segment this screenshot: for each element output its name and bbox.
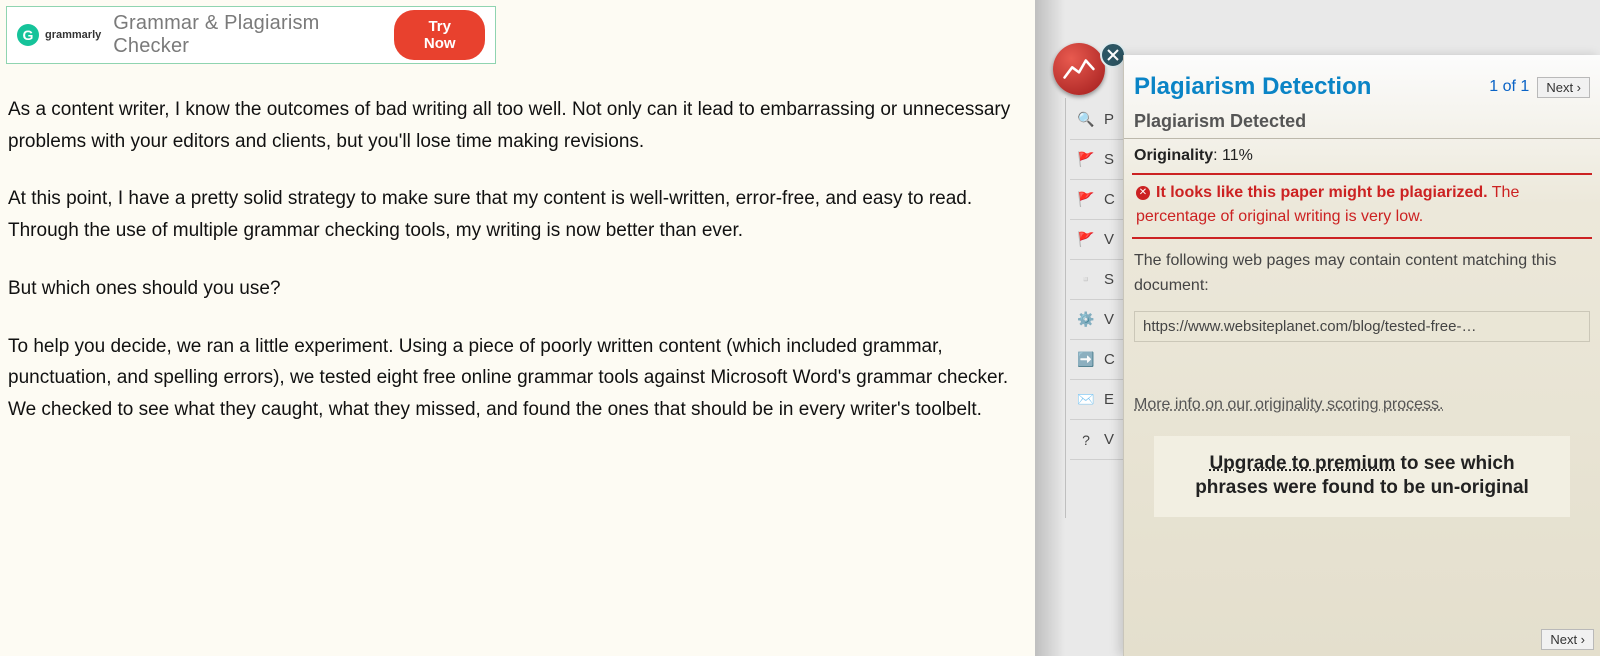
sidebar-row[interactable]: ✉️E xyxy=(1070,380,1130,420)
error-icon: ✕ xyxy=(1136,186,1150,200)
flag-icon: 🚩 xyxy=(1078,192,1094,208)
sidebar-row[interactable]: ?V xyxy=(1070,420,1130,460)
plagiarism-panel: Plagiarism Detection 1 of 1 Next › Plagi… xyxy=(1123,55,1600,656)
ad-logo: G grammarly xyxy=(17,24,101,46)
help-icon: ? xyxy=(1078,432,1094,448)
analysis-sidebar: 🔍P 🚩S 🚩C 🚩V ▫️S ⚙️V ➡️C ✉️E ?V xyxy=(1070,100,1130,460)
warning-box: ✕ It looks like this paper might be plagi… xyxy=(1132,173,1592,239)
panel-subtitle: Plagiarism Detected xyxy=(1124,107,1600,139)
originality-label: Originality xyxy=(1134,147,1213,164)
sidebar-divider xyxy=(1065,98,1066,518)
article-p1: As a content writer, I know the outcomes… xyxy=(8,94,1027,157)
sidebar-row[interactable]: 🔍P xyxy=(1070,100,1130,140)
explain-text: The following web pages may contain cont… xyxy=(1124,239,1600,305)
article-p3: But which ones should you use? xyxy=(8,273,1027,305)
upgrade-callout: Upgrade to premium to see which phrases … xyxy=(1154,436,1570,517)
originality-value: 11% xyxy=(1222,147,1253,164)
sidebar-row[interactable]: ➡️C xyxy=(1070,340,1130,380)
sidebar-row[interactable]: ▫️S xyxy=(1070,260,1130,300)
flag-icon: 🚩 xyxy=(1078,232,1094,248)
ad-brand: grammarly xyxy=(45,29,101,41)
article-p4: To help you decide, we ran a little expe… xyxy=(8,331,1027,426)
ad-title: Grammar & Plagiarism Checker xyxy=(113,12,382,58)
grammarly-icon: G xyxy=(17,24,39,46)
arrow-icon: ➡️ xyxy=(1078,352,1094,368)
warning-bold: It looks like this paper might be plagia… xyxy=(1156,184,1488,201)
next-button[interactable]: Next › xyxy=(1537,77,1590,98)
panel-count: 1 of 1 xyxy=(1489,78,1529,96)
page-icon: ▫️ xyxy=(1078,272,1094,288)
matched-url[interactable]: https://www.websiteplanet.com/blog/teste… xyxy=(1134,311,1590,342)
article-p2: At this point, I have a pretty solid str… xyxy=(8,183,1027,246)
gear-icon: ⚙️ xyxy=(1078,312,1094,328)
sidebar-row[interactable]: 🚩S xyxy=(1070,140,1130,180)
analysis-chart-icon[interactable] xyxy=(1053,43,1105,95)
mail-icon: ✉️ xyxy=(1078,392,1094,408)
sidebar-row[interactable]: ⚙️V xyxy=(1070,300,1130,340)
flag-icon: 🚩 xyxy=(1078,152,1094,168)
article-area: G grammarly Grammar & Plagiarism Checker… xyxy=(0,0,1035,656)
next-button-footer[interactable]: Next › xyxy=(1541,629,1594,650)
more-info-link[interactable]: More info on our originality scoring pro… xyxy=(1124,348,1600,414)
grammarly-ad[interactable]: G grammarly Grammar & Plagiarism Checker… xyxy=(6,6,496,64)
sidebar-row[interactable]: 🚩V xyxy=(1070,220,1130,260)
upgrade-link[interactable]: Upgrade to premium xyxy=(1209,453,1395,474)
article-content: As a content writer, I know the outcomes… xyxy=(6,64,1029,426)
magnifier-icon: 🔍 xyxy=(1078,112,1094,128)
sidebar-row[interactable]: 🚩C xyxy=(1070,180,1130,220)
try-now-button[interactable]: Try Now xyxy=(394,10,485,60)
originality-row: Originality: 11% xyxy=(1124,139,1600,171)
panel-title: Plagiarism Detection xyxy=(1134,73,1371,101)
